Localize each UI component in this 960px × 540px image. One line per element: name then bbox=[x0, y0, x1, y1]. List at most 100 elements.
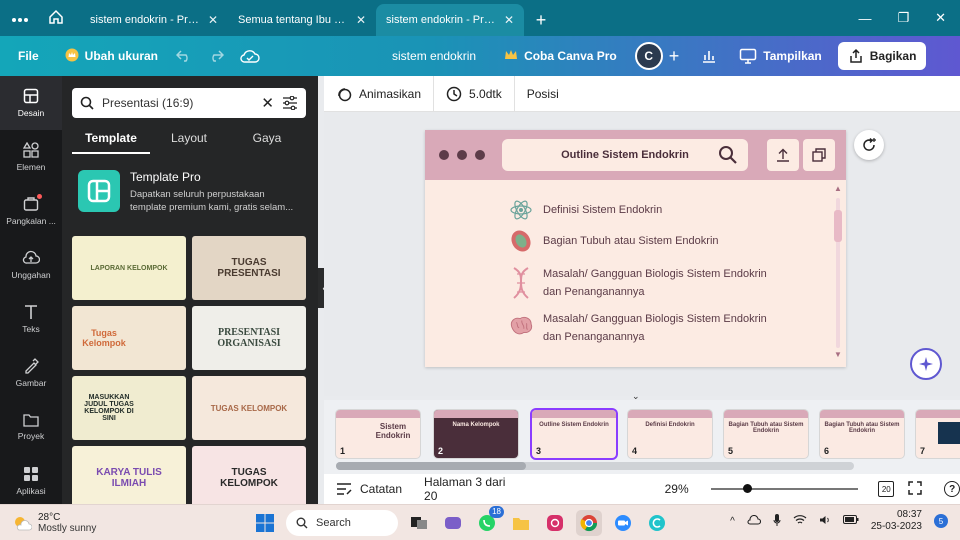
new-tab-button[interactable]: + bbox=[524, 4, 558, 36]
task-view-icon[interactable] bbox=[406, 510, 432, 536]
windows-start-button[interactable] bbox=[252, 510, 278, 536]
teams-chat-icon[interactable] bbox=[440, 510, 466, 536]
search-input[interactable] bbox=[102, 96, 254, 110]
page-thumbnail[interactable]: 7 bbox=[916, 410, 960, 458]
battery-icon[interactable] bbox=[842, 515, 859, 527]
zoom-level[interactable]: 29% bbox=[665, 482, 689, 496]
instagram-icon[interactable] bbox=[542, 510, 568, 536]
template-thumbnail[interactable]: PRESENTASI ORGANISASI bbox=[192, 306, 306, 370]
tab-layout[interactable]: Layout bbox=[150, 128, 228, 154]
page-thumbnail[interactable]: Bagian Tubuh atau Sistem Endokrin 6 bbox=[820, 410, 904, 458]
slide-canvas[interactable]: Outline Sistem Endokrin Definisi Sistem … bbox=[425, 130, 846, 367]
insights-button[interactable] bbox=[693, 42, 725, 70]
system-clock[interactable]: 08:37 25-03-2023 bbox=[871, 509, 922, 533]
magic-assistant-button[interactable] bbox=[910, 348, 942, 380]
close-tab-icon[interactable]: ✕ bbox=[504, 13, 514, 27]
share-button[interactable]: Bagikan bbox=[837, 42, 927, 70]
cloud-save-button[interactable] bbox=[232, 42, 268, 70]
resize-button[interactable]: Ubah ukuran bbox=[55, 42, 168, 70]
template-thumbnail[interactable]: MASUKKAN JUDUL TUGAS KELOMPOK DI SINI bbox=[72, 376, 186, 440]
undo-button[interactable] bbox=[168, 42, 200, 70]
rail-item-text[interactable]: Teks bbox=[0, 292, 62, 346]
present-button[interactable]: Tampilkan bbox=[729, 42, 831, 70]
minimize-button[interactable]: — bbox=[858, 11, 871, 26]
rail-item-elements[interactable]: Elemen bbox=[0, 130, 62, 184]
page-strip-scroll-thumb[interactable] bbox=[336, 462, 526, 470]
template-thumbnail[interactable]: Tugas Kelompok bbox=[72, 306, 186, 370]
clear-search-icon[interactable]: ✕ bbox=[261, 94, 274, 112]
zoom-app-icon[interactable] bbox=[610, 510, 636, 536]
add-collaborator-button[interactable]: + bbox=[663, 42, 686, 70]
outline-item[interactable]: Masalah/ Gangguan Biologis Sistem Endokr… bbox=[509, 311, 783, 346]
scroll-thumb[interactable] bbox=[834, 210, 842, 242]
page-thumbnail[interactable]: Bagian Tubuh atau Sistem Endokrin 5 bbox=[724, 410, 808, 458]
fullscreen-icon[interactable] bbox=[908, 480, 922, 498]
outline-item[interactable]: Bagian Tubuh atau Sistem Endokrin bbox=[509, 229, 719, 253]
weather-widget[interactable]: 28°C Mostly sunny bbox=[12, 512, 96, 534]
tab-template[interactable]: Template bbox=[72, 128, 150, 154]
browser-tab-active[interactable]: sistem endokrin - Pres... ✕ bbox=[376, 4, 524, 36]
duration-button[interactable]: 5.0dtk bbox=[434, 75, 515, 112]
grid-view-button[interactable]: 20 bbox=[878, 481, 895, 497]
home-icon[interactable] bbox=[48, 9, 64, 28]
rail-item-projects[interactable]: Proyek bbox=[0, 400, 62, 454]
chrome-icon[interactable] bbox=[576, 510, 602, 536]
page-thumbnail[interactable]: Definisi Endokrin 4 bbox=[628, 410, 712, 458]
template-thumbnail[interactable]: LAPORAN KELOMPOK bbox=[72, 236, 186, 300]
template-pro-card[interactable]: Template Pro Dapatkan seluruh perpustaka… bbox=[78, 170, 308, 214]
page-thumbnail-active[interactable]: Outline Sistem Endokrin 3 bbox=[532, 410, 616, 458]
browser-tab[interactable]: Semua tentang Ibu Gu... ✕ bbox=[228, 4, 376, 36]
scroll-down-icon[interactable]: ▼ bbox=[834, 350, 842, 359]
cloud-icon[interactable] bbox=[747, 514, 761, 528]
chevron-up-icon[interactable]: ^ bbox=[730, 516, 735, 527]
rail-item-design[interactable]: Desain bbox=[0, 76, 62, 130]
document-title[interactable]: sistem endokrin bbox=[392, 49, 476, 63]
page-thumbnail[interactable]: Nama Kelompok 2 bbox=[434, 410, 518, 458]
try-pro-button[interactable]: Coba Canva Pro bbox=[494, 42, 627, 70]
rail-item-apps[interactable]: Aplikasi bbox=[0, 454, 62, 508]
close-tab-icon[interactable]: ✕ bbox=[356, 13, 366, 27]
notification-badge[interactable]: 5 bbox=[934, 514, 948, 528]
template-thumbnail[interactable]: KARYA TULIS ILMIAH bbox=[72, 446, 186, 504]
file-menu-button[interactable]: File bbox=[8, 42, 49, 70]
wifi-icon[interactable] bbox=[793, 514, 807, 528]
close-window-button[interactable]: ✕ bbox=[935, 10, 946, 26]
rail-item-uploads[interactable]: Unggahan bbox=[0, 238, 62, 292]
filter-icon[interactable] bbox=[282, 96, 298, 110]
notes-button[interactable]: Catatan bbox=[336, 482, 402, 496]
template-thumbnail[interactable]: TUGAS KELOMPOK bbox=[192, 376, 306, 440]
position-button[interactable]: Posisi bbox=[515, 76, 571, 112]
maximize-button[interactable]: ❐ bbox=[897, 10, 909, 26]
template-thumbnail[interactable]: TUGAS PRESENTASI bbox=[192, 236, 306, 300]
zoom-slider[interactable] bbox=[710, 484, 859, 493]
menu-dots-icon[interactable] bbox=[12, 11, 28, 25]
page-strip-scrollbar[interactable] bbox=[336, 462, 854, 470]
zoom-slider-knob[interactable] bbox=[742, 484, 752, 493]
refresh-button[interactable] bbox=[854, 130, 884, 160]
mic-icon[interactable] bbox=[773, 513, 781, 529]
rail-item-draw[interactable]: Gambar bbox=[0, 346, 62, 400]
template-thumbnail[interactable]: TUGAS KELOMPOK bbox=[192, 446, 306, 504]
canva-app-icon[interactable] bbox=[644, 510, 670, 536]
outline-item[interactable]: Masalah/ Gangguan Biologis Sistem Endokr… bbox=[509, 266, 783, 301]
rail-item-brand[interactable]: Pangkalan ... bbox=[0, 184, 62, 238]
page-thumbnail[interactable]: Sistem Endokrin 1 bbox=[336, 410, 420, 458]
slide-upload-box[interactable] bbox=[767, 139, 799, 171]
slide-title-box[interactable]: Outline Sistem Endokrin bbox=[502, 139, 748, 171]
avatar[interactable]: C bbox=[634, 42, 663, 70]
taskbar-search[interactable]: Search bbox=[286, 510, 398, 536]
redo-button[interactable] bbox=[200, 42, 232, 70]
tab-style[interactable]: Gaya bbox=[228, 128, 306, 154]
file-explorer-icon[interactable] bbox=[508, 510, 534, 536]
outline-item[interactable]: Definisi Sistem Endokrin bbox=[509, 198, 662, 222]
browser-tab[interactable]: sistem endokrin - Pres... ✕ bbox=[80, 4, 228, 36]
slide-scrollbar[interactable]: ▲ ▼ bbox=[834, 184, 842, 360]
scroll-up-icon[interactable]: ▲ bbox=[834, 184, 842, 193]
volume-icon[interactable] bbox=[819, 515, 831, 528]
close-tab-icon[interactable]: ✕ bbox=[208, 13, 218, 27]
whatsapp-icon[interactable]: 18 bbox=[474, 506, 504, 536]
help-button[interactable]: ? bbox=[944, 481, 960, 497]
animate-button[interactable]: Animasikan bbox=[324, 75, 435, 112]
template-search[interactable]: ✕ bbox=[72, 88, 306, 118]
slide-copy-box[interactable] bbox=[803, 139, 835, 171]
